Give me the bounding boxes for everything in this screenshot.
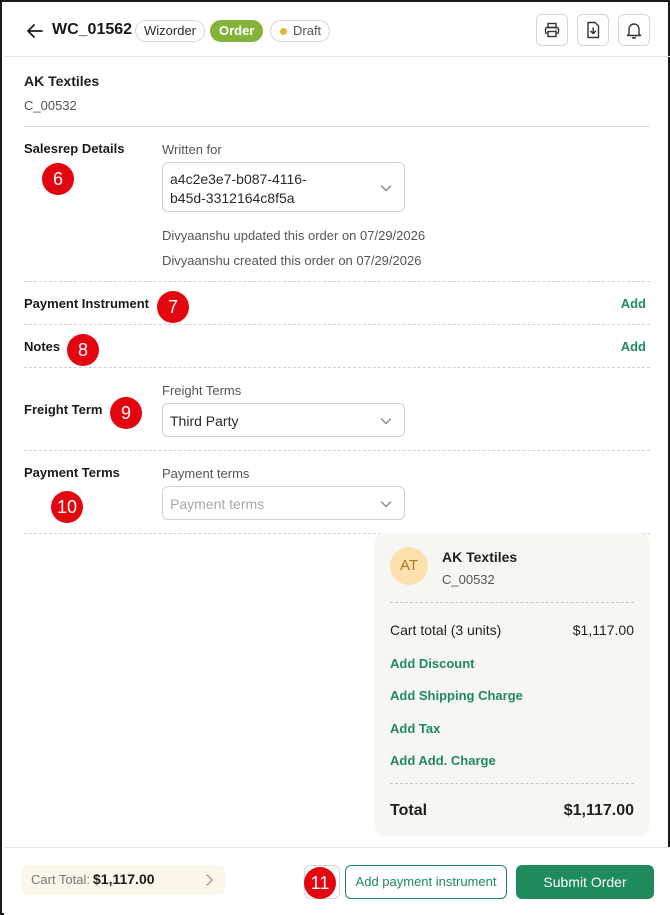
divider bbox=[24, 126, 650, 127]
freight-terms-value: Third Party bbox=[170, 413, 239, 429]
step-badge-6: 6 bbox=[42, 163, 74, 195]
salesrep-section-title: Salesrep Details bbox=[24, 141, 125, 156]
cart-total-value: $1,117.00 bbox=[572, 622, 634, 638]
divider bbox=[24, 367, 650, 368]
written-for-select[interactable]: a4c2e3e7-b087-4116- b45d-3312164c8f5a bbox=[162, 162, 405, 212]
action-footer: Cart Total: $1,117.00 11 Add payment ins… bbox=[4, 847, 670, 915]
order-type-chip: Order bbox=[210, 20, 264, 42]
freight-terms-label: Freight Terms bbox=[162, 383, 242, 398]
bell-icon bbox=[626, 23, 642, 39]
add-discount-link[interactable]: Add Discount bbox=[390, 656, 475, 671]
payment-instrument-title: Payment Instrument bbox=[24, 296, 149, 311]
cart-total-pill[interactable]: Cart Total: $1,117.00 bbox=[21, 865, 225, 895]
divider bbox=[390, 602, 634, 603]
total-value: $1,117.00 bbox=[563, 802, 634, 819]
summary-customer-code: C_00532 bbox=[442, 572, 495, 587]
printer-icon bbox=[544, 22, 560, 38]
payment-terms-placeholder: Payment terms bbox=[170, 496, 265, 512]
created-note: Divyaanshu created this order on 07/29/2… bbox=[162, 253, 422, 268]
status-dot-icon bbox=[280, 28, 287, 35]
add-tax-link[interactable]: Add Tax bbox=[390, 721, 440, 736]
chevron-down-icon bbox=[380, 185, 392, 192]
chevron-down-icon bbox=[380, 501, 392, 508]
customer-name: AK Textiles bbox=[24, 73, 100, 89]
cart-total-row: Cart total (3 units) $1,117.00 bbox=[390, 622, 634, 638]
download-button[interactable] bbox=[577, 14, 609, 46]
updated-note: Divyaanshu updated this order on 07/29/2… bbox=[162, 228, 426, 243]
customer-code: C_00532 bbox=[24, 98, 77, 113]
status-label: Draft bbox=[293, 23, 322, 38]
add-additional-charge-link[interactable]: Add Add. Charge bbox=[390, 753, 496, 768]
step-badge-8: 8 bbox=[67, 334, 99, 366]
divider bbox=[24, 324, 650, 325]
freight-term-title: Freight Term bbox=[24, 402, 103, 417]
order-summary-card: AT AK Textiles C_00532 Cart total (3 uni… bbox=[374, 533, 650, 836]
divider bbox=[24, 450, 650, 451]
add-notes-link[interactable]: Add bbox=[621, 339, 646, 354]
written-for-value-line2: b45d-3312164c8f5a bbox=[170, 190, 295, 206]
divider bbox=[24, 281, 650, 282]
print-button[interactable] bbox=[536, 14, 568, 46]
summary-customer-name: AK Textiles bbox=[442, 549, 518, 565]
payment-terms-select[interactable]: Payment terms bbox=[162, 486, 405, 520]
footer-cart-label: Cart Total: bbox=[31, 872, 91, 887]
footer-cart-value: $1,117.00 bbox=[93, 871, 155, 887]
order-id: WC_01562 bbox=[52, 21, 133, 38]
submit-order-button[interactable]: Submit Order bbox=[516, 865, 654, 899]
total-label: Total bbox=[390, 802, 428, 819]
add-payment-instrument-link[interactable]: Add bbox=[621, 296, 646, 311]
page-header: WC_01562 Wizorder Order Draft bbox=[4, 4, 670, 57]
freight-terms-select[interactable]: Third Party bbox=[162, 403, 405, 437]
add-shipping-charge-link[interactable]: Add Shipping Charge bbox=[390, 688, 523, 703]
notifications-button[interactable] bbox=[618, 14, 650, 46]
chevron-down-icon bbox=[380, 418, 392, 425]
payment-terms-title: Payment Terms bbox=[24, 465, 120, 480]
divider bbox=[390, 783, 634, 784]
notes-title: Notes bbox=[24, 339, 61, 354]
back-arrow-icon[interactable] bbox=[24, 20, 46, 42]
step-badge-7: 7 bbox=[157, 291, 189, 323]
step-badge-11: 11 bbox=[304, 867, 336, 899]
app-frame: WC_01562 Wizorder Order Draft AK Textile… bbox=[0, 0, 670, 915]
cart-total-label: Cart total (3 units) bbox=[390, 622, 502, 638]
written-for-label: Written for bbox=[162, 142, 222, 157]
written-for-value-line1: a4c2e3e7-b087-4116- bbox=[170, 171, 307, 187]
file-download-icon bbox=[587, 21, 600, 39]
chevron-right-icon bbox=[206, 874, 213, 886]
payment-terms-label: Payment terms bbox=[162, 466, 250, 481]
add-payment-instrument-button[interactable]: Add payment instrument bbox=[345, 865, 507, 899]
step-badge-9: 9 bbox=[110, 397, 142, 429]
source-chip: Wizorder bbox=[135, 20, 206, 42]
total-row: Total $1,117.00 bbox=[390, 802, 634, 820]
step-badge-10: 10 bbox=[51, 491, 83, 523]
avatar: AT bbox=[390, 547, 428, 585]
status-chip: Draft bbox=[270, 20, 331, 42]
